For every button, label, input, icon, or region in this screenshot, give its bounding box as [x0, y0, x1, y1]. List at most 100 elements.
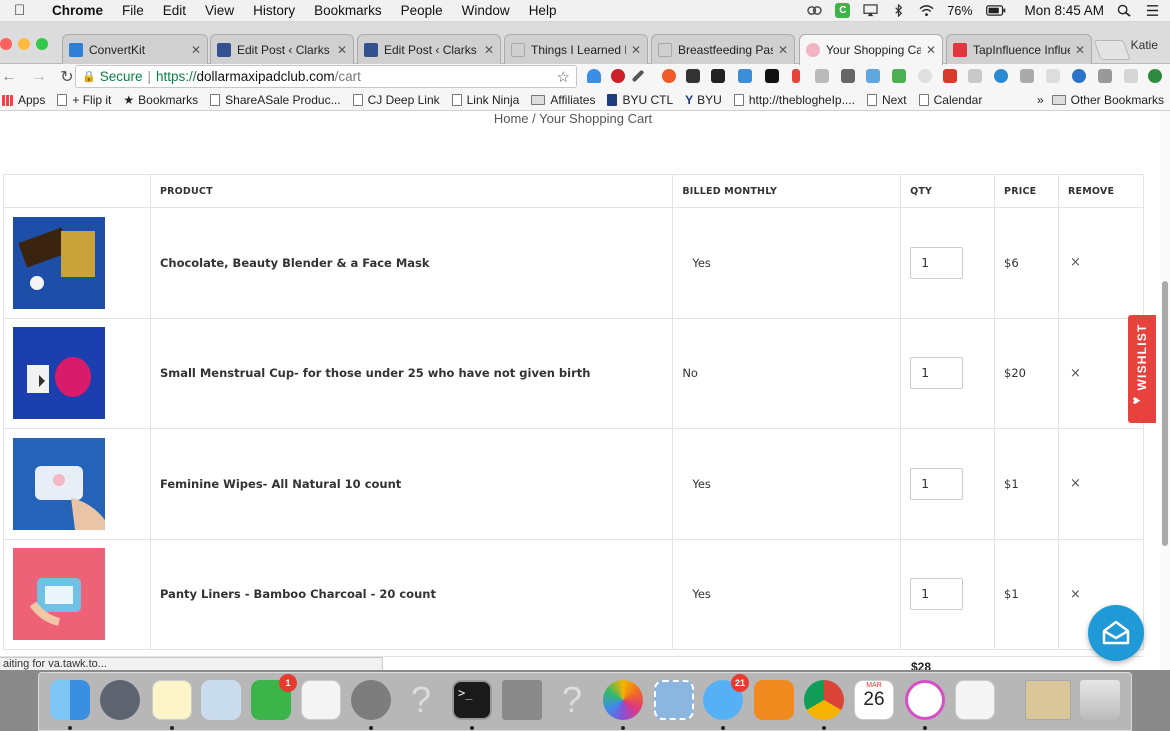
itunes-icon[interactable] [905, 680, 945, 720]
buffer-icon[interactable] [686, 69, 700, 83]
extension-circle-icon[interactable] [918, 69, 932, 83]
quantity-input[interactable]: 1 [910, 467, 964, 500]
terminal-icon[interactable]: >_ [452, 680, 492, 720]
menu-people[interactable]: People [401, 3, 443, 18]
system-preferences-icon[interactable] [351, 680, 391, 720]
tab-breastfeeding[interactable]: Breastfeeding Past ✕ [651, 34, 795, 64]
tab-close-icon[interactable]: ✕ [191, 43, 201, 57]
product-image[interactable] [13, 216, 105, 309]
bookmark-link-ninja[interactable]: Link Ninja [451, 93, 519, 107]
apple-menu-icon[interactable]:  [14, 2, 36, 19]
remove-item-button[interactable]: × [1068, 255, 1081, 270]
extension-at-icon[interactable] [1072, 69, 1086, 83]
pages-icon[interactable] [955, 680, 995, 720]
forward-arrow-icon[interactable]: → [28, 68, 50, 86]
menubar-clock[interactable]: Mon 8:45 AM [1024, 3, 1104, 18]
extension-k-icon[interactable] [968, 69, 982, 83]
lock-icon[interactable]: 🔒 [82, 70, 96, 83]
bookmark-apps[interactable]: Apps [2, 93, 45, 107]
extension-light-icon[interactable] [1124, 69, 1138, 83]
extension-blue-circle-icon[interactable] [994, 69, 1008, 83]
bluetooth-icon[interactable] [891, 4, 906, 17]
remove-item-button[interactable]: × [1068, 587, 1081, 602]
c-app-icon[interactable]: C [835, 3, 851, 18]
wifi-icon[interactable] [919, 4, 934, 17]
menu-window[interactable]: Window [462, 3, 510, 18]
spotlight-search-icon[interactable] [1117, 4, 1132, 17]
extension-gear-icon[interactable] [1098, 69, 1112, 83]
tab-close-icon[interactable]: ✕ [484, 43, 494, 57]
tab-close-icon[interactable]: ✕ [778, 43, 788, 57]
extension-orange-icon[interactable] [662, 69, 676, 83]
menu-app-name[interactable]: Chrome [52, 3, 103, 18]
chat-widget-button[interactable] [1088, 605, 1144, 661]
product-name[interactable]: Chocolate, Beauty Blender & a Face Mask [149, 207, 674, 319]
calculator-icon[interactable] [502, 680, 542, 720]
menu-help[interactable]: Help [529, 3, 557, 18]
remove-item-button[interactable]: × [1068, 476, 1081, 491]
puzzle-icon[interactable] [1020, 69, 1034, 83]
creative-cloud-icon[interactable] [807, 4, 823, 17]
extension-red-dots-icon[interactable] [943, 69, 957, 83]
ibooks-icon[interactable] [754, 680, 794, 720]
airplay-icon[interactable] [863, 4, 879, 17]
product-image[interactable] [13, 548, 105, 641]
extension-green-icon[interactable] [892, 69, 906, 83]
tab-things-i-learned[interactable]: Things I Learned F ✕ [504, 34, 648, 64]
wishlist-tab[interactable]: WISHLIST ♥ [1128, 315, 1156, 423]
extension-flame-icon[interactable] [587, 69, 601, 83]
profile-button[interactable]: Katie [1131, 38, 1158, 52]
preview-icon[interactable] [201, 680, 241, 720]
tab-close-icon[interactable]: ✕ [631, 43, 641, 57]
bookmark-folder-other[interactable]: Other Bookmarks [1051, 93, 1164, 107]
extension-check-icon[interactable] [1046, 69, 1060, 83]
menu-bookmarks[interactable]: Bookmarks [314, 3, 382, 18]
address-bar[interactable]: 🔒 Secure | https:// dollarmaxipadclub.co… [75, 65, 577, 88]
photos-icon[interactable] [603, 680, 643, 720]
unknown-app-icon[interactable]: ? [552, 680, 592, 720]
menu-edit[interactable]: Edit [163, 3, 186, 18]
tab-edit-post-2[interactable]: Edit Post ‹ Clarks C ✕ [357, 34, 501, 64]
scrollbar-thumb[interactable] [1162, 281, 1168, 546]
tab-close-icon[interactable]: ✕ [1075, 43, 1085, 57]
quantity-input[interactable]: 1 [910, 578, 964, 611]
menu-history[interactable]: History [253, 3, 295, 18]
bookmark-byu-ctl[interactable]: BYU CTL [607, 93, 673, 107]
bookmark-calendar[interactable]: Calendar [918, 93, 982, 107]
vertical-scrollbar[interactable] [1160, 111, 1170, 670]
extension-blue-icon[interactable] [738, 69, 752, 83]
chrome-icon[interactable] [804, 680, 844, 720]
bookmark-next[interactable]: Next [866, 93, 907, 107]
bookmark-byu[interactable]: Y BYU [685, 93, 722, 107]
product-image[interactable] [13, 437, 105, 530]
reminders-icon[interactable] [301, 680, 341, 720]
window-minimize-button[interactable] [18, 38, 30, 50]
recent-document-icon[interactable] [1025, 680, 1071, 720]
bookmark-flip-it[interactable]: + Flip it [57, 93, 111, 107]
product-name[interactable]: Panty Liners - Bamboo Charcoal - 20 coun… [149, 538, 674, 650]
unknown-app-icon[interactable]: ? [401, 680, 441, 720]
eyedropper-icon[interactable] [631, 69, 645, 83]
product-image[interactable] [13, 327, 105, 420]
quantity-input[interactable]: 1 [910, 246, 964, 279]
extension-red-pin-icon[interactable] [792, 69, 800, 83]
tab-tapinfluence[interactable]: TapInfluence Influe ✕ [946, 34, 1092, 64]
extension-grey-icon[interactable] [815, 69, 829, 83]
evernote-icon[interactable] [765, 69, 779, 83]
extension-dark-square-icon[interactable] [841, 69, 855, 83]
notes-icon[interactable] [152, 680, 192, 720]
film-icon[interactable] [711, 69, 725, 83]
battery-icon[interactable] [985, 4, 1007, 17]
bookmark-shareasale[interactable]: ShareASale Produc... [210, 93, 341, 107]
pinterest-icon[interactable] [611, 69, 625, 83]
extension-green-circle-icon[interactable] [1148, 69, 1162, 83]
quantity-input[interactable]: 1 [910, 357, 964, 390]
menu-file[interactable]: File [122, 3, 144, 18]
tab-close-icon[interactable]: ✕ [926, 43, 936, 57]
remove-item-button[interactable]: × [1068, 366, 1081, 381]
launchpad-icon[interactable] [100, 680, 140, 720]
mail-stamp-icon[interactable] [654, 680, 694, 720]
bookmark-folder-affiliates[interactable]: Affiliates [531, 93, 595, 107]
product-name[interactable]: Feminine Wipes- All Natural 10 count [149, 428, 674, 540]
extension-frame-icon[interactable] [866, 69, 880, 83]
